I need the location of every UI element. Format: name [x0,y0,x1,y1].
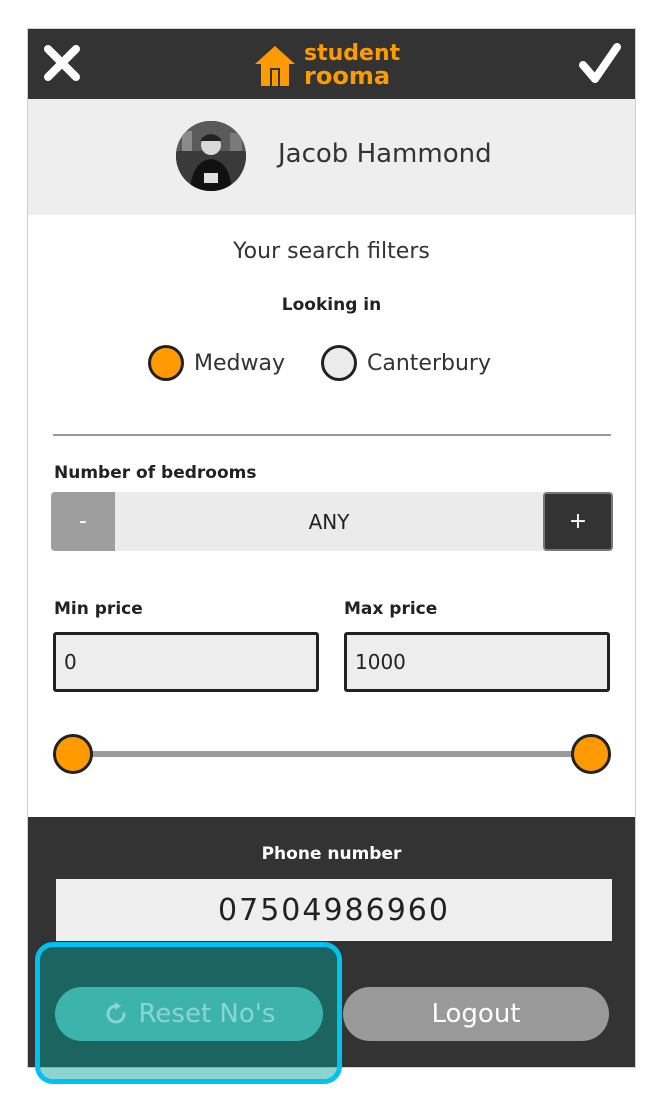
bedrooms-stepper: - ANY + [51,492,613,551]
slider-max-handle[interactable] [571,734,611,774]
top-bar: student rooma [28,29,635,99]
location-option-medway[interactable]: Medway [148,345,285,381]
slider-min-handle[interactable] [53,734,93,774]
bedrooms-value: ANY [308,509,350,534]
settings-screen: student rooma Jacob Hammond Your search … [27,28,636,1068]
max-price-label: Max price [344,599,438,619]
looking-in-label: Looking in [281,295,382,315]
close-icon[interactable] [42,43,82,83]
price-range-slider[interactable] [53,734,611,774]
max-price-input[interactable] [344,632,610,692]
location-label-canterbury: Canterbury [367,350,491,376]
phone-input[interactable] [56,879,612,941]
refresh-icon [106,1002,126,1024]
reset-numbers-button[interactable]: Reset No's [55,987,323,1041]
divider [53,434,611,436]
radio-unselected-icon[interactable] [321,345,357,381]
location-option-canterbury[interactable]: Canterbury [321,345,491,381]
slider-track[interactable] [73,751,591,757]
account-section: Phone number Reset No's Logout [28,817,635,1067]
logout-button[interactable]: Logout [343,987,609,1041]
avatar [176,121,246,191]
radio-selected-icon[interactable] [148,345,184,381]
min-price-input[interactable] [53,632,319,692]
location-label-medway: Medway [194,350,285,376]
bedrooms-increment-button[interactable]: + [543,492,613,551]
phone-label: Phone number [261,844,402,864]
user-photo-icon [176,121,246,191]
house-logo-icon [255,46,295,86]
filters-title: Your search filters [233,239,430,264]
reset-button-label: Reset No's [138,999,276,1029]
bedrooms-decrement-button[interactable]: - [51,492,115,551]
location-radio-group: Medway Canterbury [28,345,635,385]
logo-line2: rooma [304,62,391,90]
bedrooms-label: Number of bedrooms [54,463,257,483]
profile-name: Jacob Hammond [278,139,492,169]
logo-text: student rooma [304,43,400,90]
min-price-label: Min price [54,599,143,619]
profile-header: Jacob Hammond [28,99,635,215]
student-rooma-logo: student rooma [252,39,400,91]
checkmark-icon[interactable] [579,41,621,85]
